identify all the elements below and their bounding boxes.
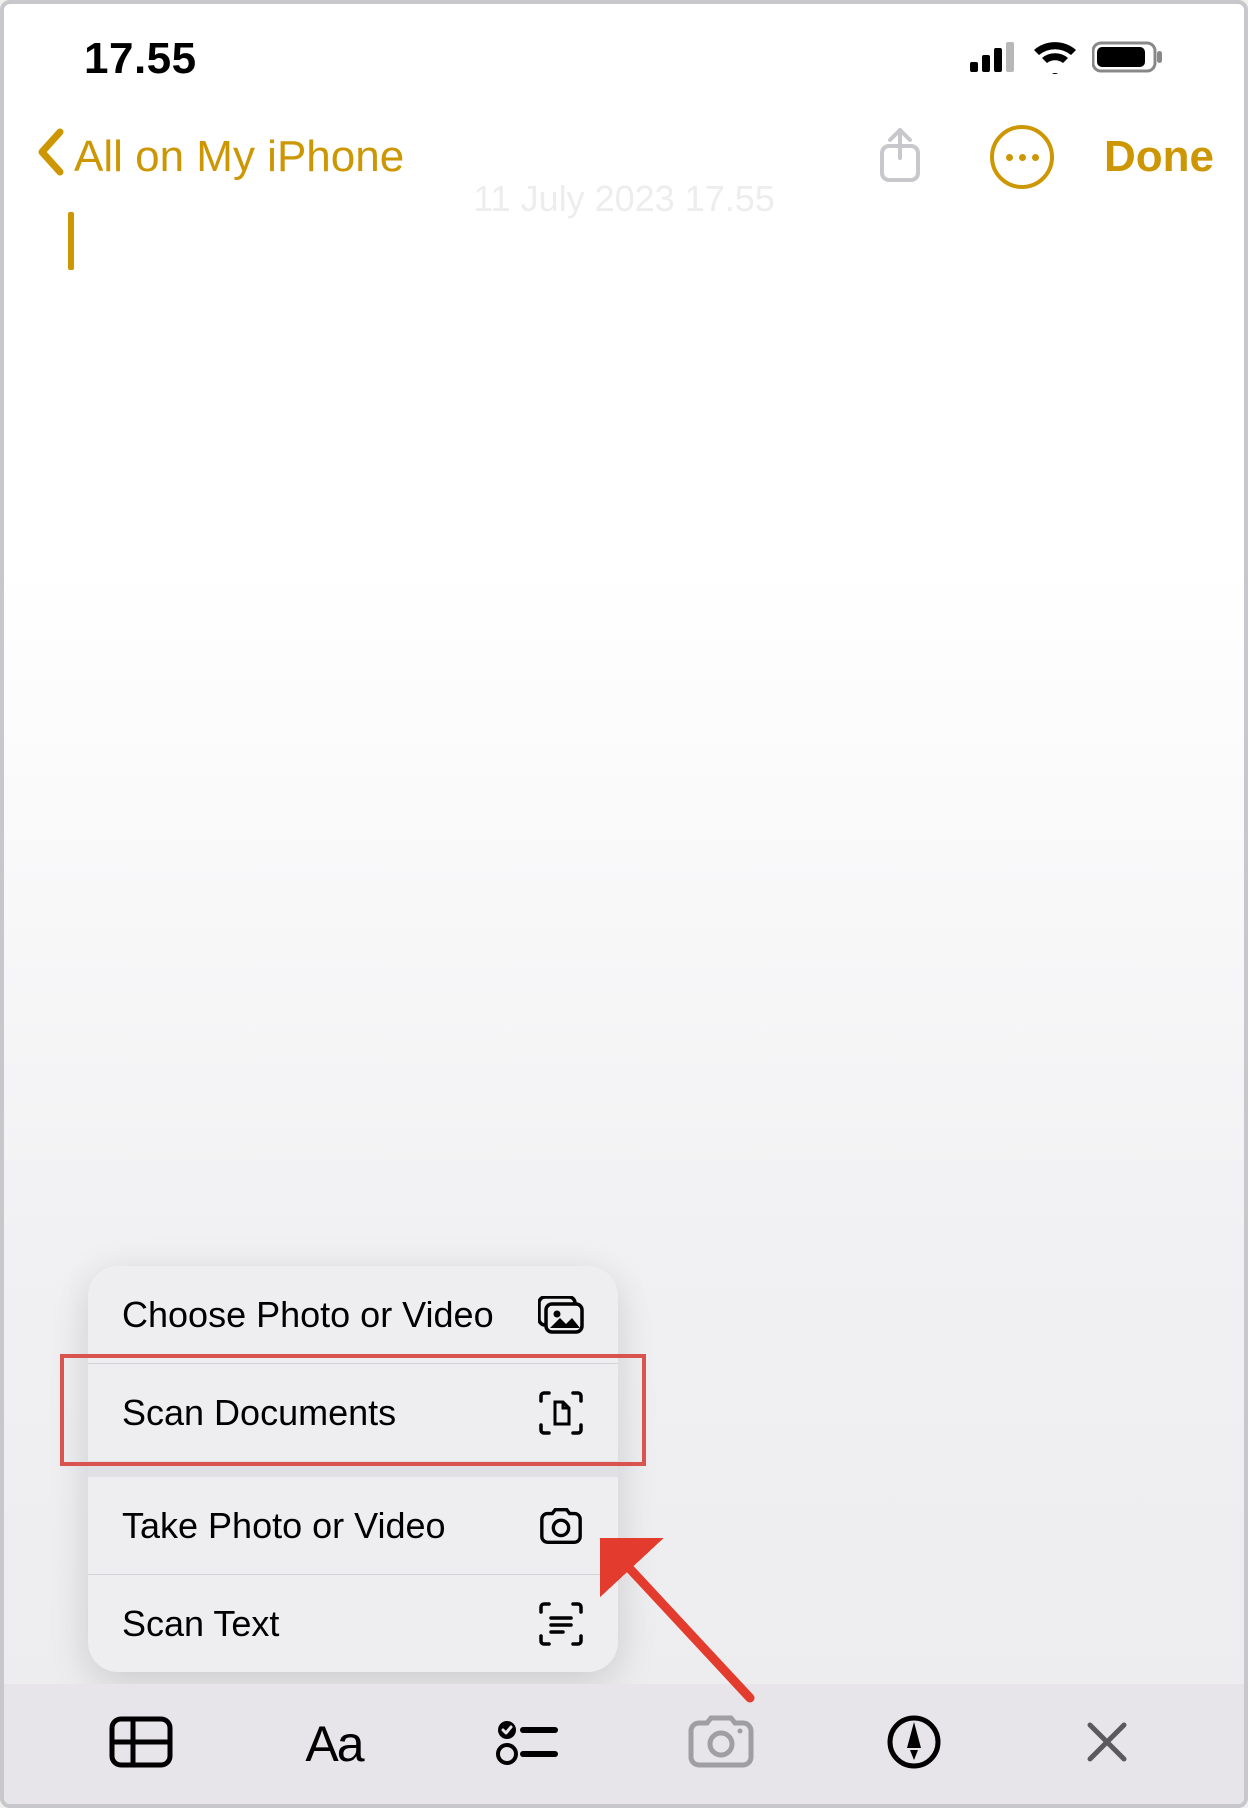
done-button[interactable]: Done [1104,132,1214,182]
checklist-icon [495,1717,559,1772]
status-time: 17.55 [84,34,197,84]
status-indicators [970,40,1164,79]
back-button[interactable]: All on My iPhone [34,128,404,187]
cellular-icon [970,42,1018,77]
toolbar-table[interactable] [101,1704,181,1784]
nav-bar: All on My iPhone Done [4,114,1244,200]
chevron-left-icon [34,128,66,187]
share-icon [876,126,924,189]
status-bar: 17.55 [4,4,1244,114]
share-button[interactable] [870,127,930,187]
menu-scan-text[interactable]: Scan Text [88,1575,618,1672]
menu-take-photo[interactable]: Take Photo or Video [88,1477,618,1574]
toolbar-markup[interactable] [874,1704,954,1784]
toolbar-camera[interactable] [681,1704,761,1784]
menu-item-label: Scan Documents [122,1392,396,1434]
ellipsis-icon [1003,154,1042,161]
scan-text-icon [538,1601,584,1647]
markup-icon [886,1714,942,1775]
menu-item-label: Choose Photo or Video [122,1294,494,1336]
camera-icon [538,1503,584,1549]
text-format-icon: Aa [305,1715,362,1773]
battery-icon [1092,40,1164,79]
camera-menu: Choose Photo or Video Scan Documents [88,1266,618,1672]
close-icon [1084,1719,1130,1770]
back-label: All on My iPhone [74,132,404,182]
menu-separator-thick [88,1461,618,1477]
menu-item-label: Scan Text [122,1603,279,1645]
menu-choose-photo[interactable]: Choose Photo or Video [88,1266,618,1363]
toolbar-text-format[interactable]: Aa [294,1704,374,1784]
camera-icon [686,1715,756,1774]
scan-document-icon [538,1390,584,1436]
menu-item-label: Take Photo or Video [122,1505,446,1547]
more-button[interactable] [990,125,1054,189]
toolbar-checklist[interactable] [487,1704,567,1784]
text-cursor [68,212,74,270]
device-frame: 17.55 [0,0,1248,1808]
toolbar-close[interactable] [1067,1704,1147,1784]
editor-toolbar: Aa [4,1684,1244,1804]
table-icon [109,1716,173,1773]
photo-library-icon [538,1292,584,1338]
menu-scan-documents[interactable]: Scan Documents [88,1364,618,1461]
wifi-icon [1032,40,1078,79]
